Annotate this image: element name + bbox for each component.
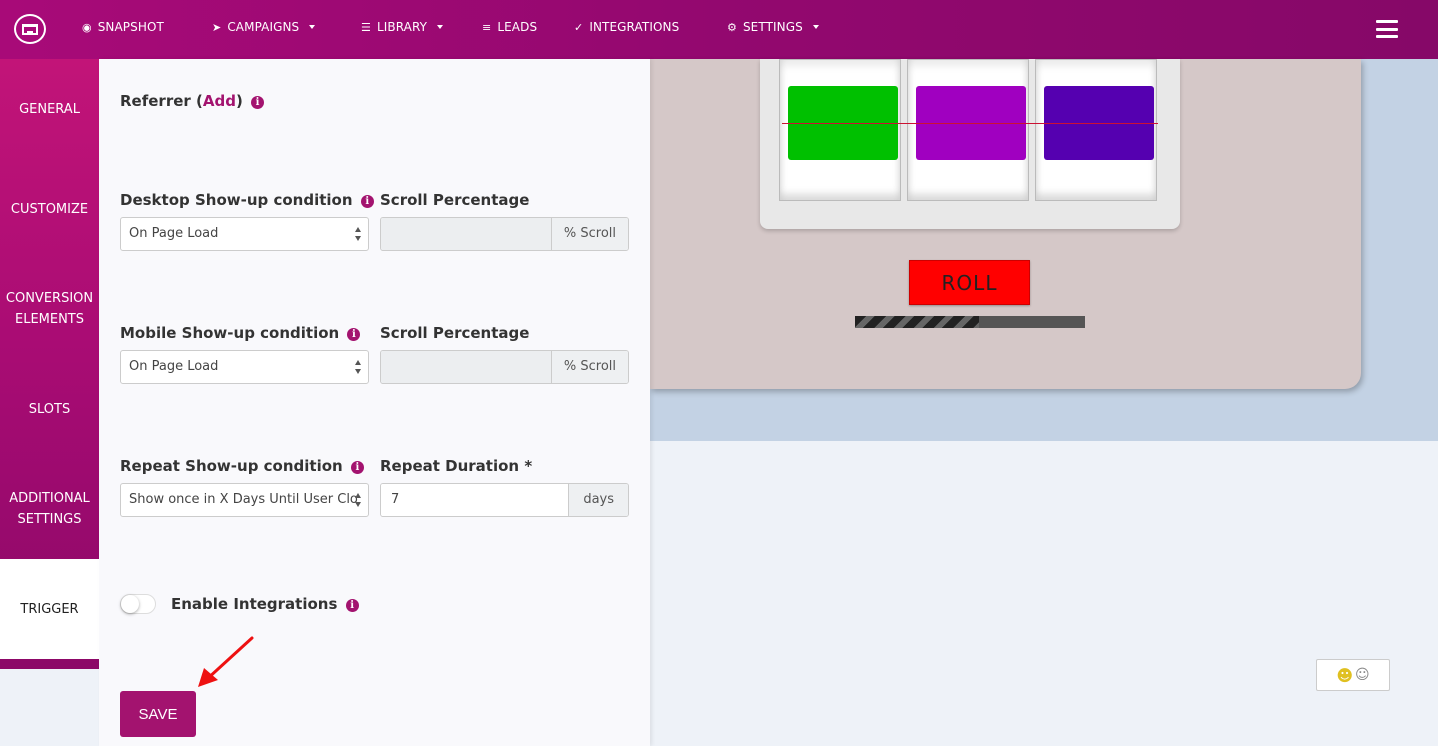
nav-library[interactable]: ☰ LIBRARY	[361, 20, 444, 34]
sidebar-item-label: TRIGGER	[20, 601, 79, 617]
caret-down-icon	[812, 25, 819, 29]
repeat-duration-addon: days	[568, 484, 628, 516]
sidebar-item-label: GENERAL	[19, 102, 80, 117]
sidebar-item-label: CUSTOMIZE	[10, 202, 89, 217]
repeat-duration-label: Repeat Duration *	[380, 457, 533, 475]
select-arrows-icon	[355, 227, 362, 241]
desktop-condition-select[interactable]: On Page Load	[120, 217, 369, 251]
save-button[interactable]: SAVE	[120, 691, 196, 737]
nav-integrations[interactable]: ✓ INTEGRATIONS	[574, 20, 679, 34]
slot-reel-2	[907, 59, 1029, 201]
mobile-condition-label: Mobile Show-up condition i	[120, 324, 361, 342]
enable-integrations-label-text: Enable Integrations	[171, 595, 338, 613]
nav-leads[interactable]: ≡ LEADS	[482, 20, 537, 34]
sidebar-item-trigger[interactable]: TRIGGER	[0, 559, 99, 659]
desktop-condition-label-text: Desktop Show-up condition	[120, 191, 353, 209]
sidebar-item-label: SLOTS	[28, 402, 71, 417]
trigger-settings-panel	[99, 59, 650, 746]
hamburger-menu-icon[interactable]	[1376, 20, 1398, 38]
sidebar-item-customize[interactable]: CUSTOMIZE	[0, 199, 99, 220]
mobile-condition-select[interactable]: On Page Load	[120, 350, 369, 384]
roll-button-label: ROLL	[941, 270, 998, 295]
mobile-scroll-label: Scroll Percentage	[380, 324, 530, 342]
info-icon[interactable]: i	[360, 195, 374, 208]
paper-plane-icon: ➤	[212, 20, 222, 34]
nav-snapshot[interactable]: ◉ SNAPSHOT	[82, 20, 164, 34]
slot-reel-3	[1035, 59, 1157, 201]
mobile-scroll-input[interactable]	[381, 351, 551, 383]
list-bullets-icon: ≡	[482, 20, 492, 34]
desktop-scroll-addon: % Scroll	[550, 218, 628, 250]
sidebar-item-slots[interactable]: SLOTS	[0, 399, 99, 420]
dashboard-icon: ◉	[82, 20, 92, 34]
nav-settings-label: SETTINGS	[742, 20, 803, 34]
sidebar-item-label-line2: ELEMENTS	[14, 312, 85, 327]
repeat-condition-label: Repeat Show-up condition i	[120, 457, 364, 475]
info-icon[interactable]: i	[347, 328, 361, 341]
nav-campaigns-label: CAMPAIGNS	[227, 20, 300, 34]
spin-progress-bar	[855, 316, 1085, 328]
nav-library-label: LIBRARY	[376, 20, 428, 34]
nav-leads-label: LEADS	[497, 20, 538, 34]
sidebar-item-label-line2: SETTINGS	[17, 512, 82, 527]
emoji-reaction-widget[interactable]: ☻ ☺	[1316, 659, 1390, 691]
roll-button[interactable]: ROLL	[909, 260, 1030, 305]
desktop-condition-value: On Page Load	[129, 226, 219, 241]
cogs-icon: ⚙	[727, 20, 737, 34]
repeat-duration-input-group: 7 days	[380, 483, 629, 517]
preview-canvas	[650, 441, 1438, 746]
repeat-condition-select[interactable]: Show once in X Days Until User Clo	[120, 483, 369, 517]
repeat-condition-label-text: Repeat Show-up condition	[120, 457, 343, 475]
list-icon: ☰	[361, 20, 371, 34]
desktop-scroll-input[interactable]	[381, 218, 551, 250]
nav-integrations-label: INTEGRATIONS	[589, 20, 680, 34]
referrer-add-link[interactable]: Add	[203, 92, 236, 110]
slot-reel-1	[779, 59, 901, 201]
annotation-arrow-icon	[198, 636, 254, 687]
sidebar-item-additional-settings[interactable]: ADDITIONAL SETTINGS	[0, 488, 99, 530]
sidebar-item-general[interactable]: GENERAL	[0, 99, 99, 120]
repeat-condition-value: Show once in X Days Until User Clo	[129, 492, 358, 507]
sidebar-item-label-line1: ADDITIONAL	[9, 491, 90, 506]
info-icon[interactable]: i	[350, 461, 364, 474]
mobile-condition-value: On Page Load	[129, 359, 219, 374]
smiley-icon: ☺	[1355, 667, 1370, 683]
info-icon[interactable]: i	[251, 96, 265, 109]
select-arrows-icon	[355, 493, 362, 507]
referrer-label: Referrer (Add) i	[120, 92, 265, 110]
desktop-scroll-label: Scroll Percentage	[380, 191, 530, 209]
slot-payline	[782, 123, 1158, 124]
top-navbar: ◉ SNAPSHOT ➤ CAMPAIGNS ☰ LIBRARY ≡ LEADS…	[0, 0, 1438, 59]
mobile-scroll-input-group: % Scroll	[380, 350, 629, 384]
spin-progress-fill	[855, 316, 980, 328]
referrer-label-suffix: )	[235, 92, 243, 110]
sidebar-item-label-line1: CONVERSION	[5, 291, 94, 306]
caret-down-icon	[309, 25, 316, 29]
desktop-scroll-input-group: % Scroll	[380, 217, 629, 251]
select-arrows-icon	[355, 360, 362, 374]
referrer-label-text: Referrer (	[120, 92, 203, 110]
toggle-knob	[121, 595, 139, 613]
sidebar-item-conversion-elements[interactable]: CONVERSION ELEMENTS	[0, 288, 99, 330]
info-icon[interactable]: i	[345, 599, 359, 612]
plug-icon: ✓	[574, 20, 584, 34]
nav-snapshot-label: SNAPSHOT	[97, 20, 164, 34]
nav-settings[interactable]: ⚙ SETTINGS	[727, 20, 819, 34]
enable-integrations-label: Enable Integrations i	[171, 595, 359, 613]
caret-down-icon	[437, 25, 444, 29]
app-logo-icon[interactable]	[14, 14, 46, 44]
editor-sidebar: GENERAL CUSTOMIZE CONVERSION ELEMENTS SL…	[0, 59, 99, 669]
nav-campaigns[interactable]: ➤ CAMPAIGNS	[212, 20, 316, 34]
mobile-condition-label-text: Mobile Show-up condition	[120, 324, 340, 342]
desktop-condition-label: Desktop Show-up condition i	[120, 191, 374, 209]
emoji-add-icon: ☻	[1336, 665, 1354, 685]
repeat-duration-input[interactable]: 7	[381, 484, 569, 516]
enable-integrations-toggle[interactable]	[120, 594, 156, 614]
mobile-scroll-addon: % Scroll	[550, 351, 628, 383]
